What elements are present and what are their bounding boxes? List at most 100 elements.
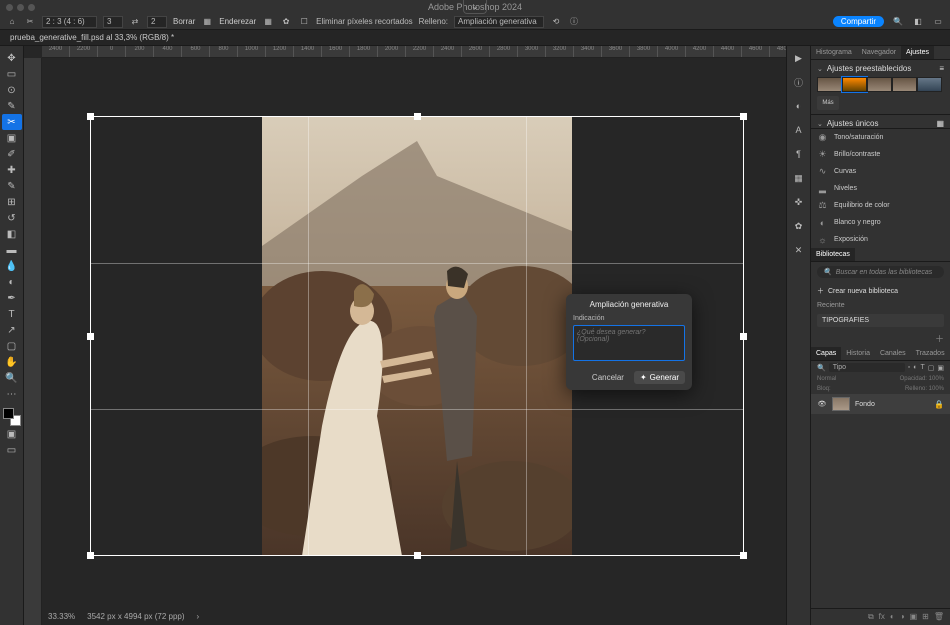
layer-row[interactable]: 👁 Fondo 🔒 bbox=[811, 394, 950, 414]
straighten-button[interactable]: Enderezar bbox=[219, 17, 256, 26]
type-tool[interactable]: T bbox=[2, 306, 22, 322]
tab-navigator[interactable]: Navegador bbox=[857, 46, 901, 59]
hand-tool[interactable]: ✋ bbox=[2, 354, 22, 370]
tab-paths[interactable]: Trazados bbox=[911, 347, 950, 360]
crop-height-field[interactable]: 2 bbox=[147, 16, 167, 28]
info-panel-icon[interactable]: ⓘ bbox=[793, 76, 805, 88]
crop-handle-tr[interactable] bbox=[740, 113, 747, 120]
preset-thumb[interactable] bbox=[867, 77, 892, 92]
move-tool[interactable]: ✥ bbox=[2, 50, 22, 66]
adjustment-item[interactable]: ⚖Equilibrio de color bbox=[811, 197, 950, 214]
cancel-button[interactable]: Cancelar bbox=[588, 371, 628, 384]
new-layer-icon[interactable]: ⊞ bbox=[922, 612, 929, 622]
more-presets-button[interactable]: Más bbox=[817, 96, 839, 110]
adjustment-item[interactable]: ∿Curvas bbox=[811, 163, 950, 180]
chevron-down-icon[interactable]: ⌄ bbox=[817, 120, 823, 128]
tab-histogram[interactable]: Histograma bbox=[811, 46, 857, 59]
restore-dropdown[interactable]: ⌄ bbox=[463, 0, 487, 14]
crop-handle-r[interactable] bbox=[740, 333, 747, 340]
history-brush-tool[interactable]: ↺ bbox=[2, 210, 22, 226]
quickmask-tool[interactable]: ▣ bbox=[2, 426, 22, 442]
eraser-tool[interactable]: ◧ bbox=[2, 226, 22, 242]
filter-img-icon[interactable]: ▫ bbox=[908, 364, 910, 371]
info-icon[interactable]: ⓘ bbox=[568, 16, 580, 28]
pen-tool[interactable]: ✒ bbox=[2, 290, 22, 306]
brush-tool[interactable]: ✎ bbox=[2, 178, 22, 194]
shape-tool[interactable]: ▢ bbox=[2, 338, 22, 354]
panel-menu-icon[interactable]: ▭ bbox=[932, 16, 944, 28]
clear-button[interactable]: Borrar bbox=[173, 17, 195, 26]
tab-layers[interactable]: Capas bbox=[811, 347, 841, 360]
filter-type-icon[interactable]: T bbox=[920, 364, 924, 371]
document-tab[interactable]: prueba_generative_fill.psd al 33,3% (RGB… bbox=[0, 30, 950, 46]
close-icon[interactable] bbox=[6, 4, 13, 11]
screenmode-tool[interactable]: ▭ bbox=[2, 442, 22, 458]
properties-icon[interactable]: ◐ bbox=[793, 100, 805, 112]
edit-toolbar[interactable]: ⋯ bbox=[2, 386, 22, 402]
adjustment-item[interactable]: ▂Niveles bbox=[811, 180, 950, 197]
zoom-level[interactable]: 33.33% bbox=[48, 612, 75, 621]
chevron-down-icon[interactable]: ⌄ bbox=[817, 65, 823, 73]
filter-adj-icon[interactable]: ◐ bbox=[913, 364, 917, 371]
checkbox-delete-px[interactable]: ☐ bbox=[298, 16, 310, 28]
trash-icon[interactable]: 🗑 bbox=[934, 612, 944, 622]
paragraph-icon[interactable]: ¶ bbox=[793, 148, 805, 160]
crop-handle-tl[interactable] bbox=[87, 113, 94, 120]
aspect-ratio-dropdown[interactable]: 2 : 3 (4 : 6) bbox=[42, 16, 97, 28]
dodge-tool[interactable]: ◐ bbox=[2, 274, 22, 290]
foreground-color[interactable] bbox=[3, 408, 14, 419]
filter-smart-icon[interactable]: ▣ bbox=[937, 364, 944, 372]
layer-name[interactable]: Fondo bbox=[855, 401, 875, 408]
color-swatches[interactable] bbox=[3, 408, 21, 426]
selection-tool[interactable]: ✎ bbox=[2, 98, 22, 114]
grid-view-icon[interactable]: ▦ bbox=[936, 119, 944, 128]
prompt-input[interactable] bbox=[573, 325, 685, 361]
brushes-icon[interactable]: ✿ bbox=[793, 220, 805, 232]
home-icon[interactable]: ⌂ bbox=[6, 16, 18, 28]
share-button[interactable]: Compartir bbox=[833, 16, 884, 27]
preset-thumb[interactable] bbox=[917, 77, 942, 92]
filter-icon[interactable]: 🔍 bbox=[817, 364, 826, 372]
blur-tool[interactable]: 💧 bbox=[2, 258, 22, 274]
preset-thumb[interactable] bbox=[817, 77, 842, 92]
adjustment-item[interactable]: ◐Blanco y negro bbox=[811, 214, 950, 231]
adjustment-layer-icon[interactable]: ◑ bbox=[900, 612, 905, 622]
group-icon[interactable]: ▣ bbox=[910, 612, 918, 622]
generate-button[interactable]: ✦Generar bbox=[634, 371, 685, 384]
tab-history[interactable]: Historia bbox=[841, 347, 875, 360]
filter-shape-icon[interactable]: ▢ bbox=[928, 364, 935, 372]
color-icon[interactable]: ✜ bbox=[793, 196, 805, 208]
lock-icon[interactable]: 🔒 bbox=[934, 400, 944, 409]
chevron-right-icon[interactable]: › bbox=[197, 612, 200, 621]
workspace-icon[interactable]: ◧ bbox=[912, 16, 924, 28]
path-tool[interactable]: ↗ bbox=[2, 322, 22, 338]
crop-handle-l[interactable] bbox=[87, 333, 94, 340]
play-icon[interactable]: ▶ bbox=[793, 52, 805, 64]
tab-adjustments[interactable]: Ajustes bbox=[901, 46, 934, 59]
tab-libraries[interactable]: Bibliotecas bbox=[811, 248, 855, 261]
char-panel-icon[interactable]: A bbox=[793, 124, 805, 136]
adjustment-item[interactable]: ◉Tono/saturación bbox=[811, 129, 950, 146]
fill-dropdown[interactable]: Ampliación generativa bbox=[454, 16, 544, 28]
fill-field[interactable]: Relleno: 100% bbox=[905, 386, 944, 392]
filter-kind-dropdown[interactable]: Tipo bbox=[829, 363, 905, 372]
crop-tool[interactable]: ✂ bbox=[2, 114, 22, 130]
overlay-grid-icon[interactable]: ▦ bbox=[262, 16, 274, 28]
add-library-item-icon[interactable]: ＋ bbox=[811, 330, 950, 347]
tool-presets-icon[interactable]: ✕ bbox=[793, 244, 805, 256]
marquee-tool[interactable]: ▭ bbox=[2, 66, 22, 82]
link-layers-icon[interactable]: ⧉ bbox=[868, 612, 874, 622]
preset-thumb[interactable] bbox=[892, 77, 917, 92]
crop-width-field[interactable]: 3 bbox=[103, 16, 123, 28]
reset-icon[interactable]: ⟲ bbox=[550, 16, 562, 28]
canvas-area[interactable]: 2400220002004006008001000120014001600180… bbox=[24, 46, 786, 625]
crop-handle-br[interactable] bbox=[740, 552, 747, 559]
tab-channels[interactable]: Canales bbox=[875, 347, 911, 360]
swap-icon[interactable]: ⇄ bbox=[129, 16, 141, 28]
gradient-tool[interactable]: ▬ bbox=[2, 242, 22, 258]
layer-thumbnail[interactable] bbox=[832, 397, 850, 411]
window-controls[interactable] bbox=[6, 4, 35, 11]
visibility-toggle[interactable]: 👁 bbox=[817, 400, 827, 408]
healing-tool[interactable]: ✚ bbox=[2, 162, 22, 178]
zoom-icon[interactable] bbox=[28, 4, 35, 11]
